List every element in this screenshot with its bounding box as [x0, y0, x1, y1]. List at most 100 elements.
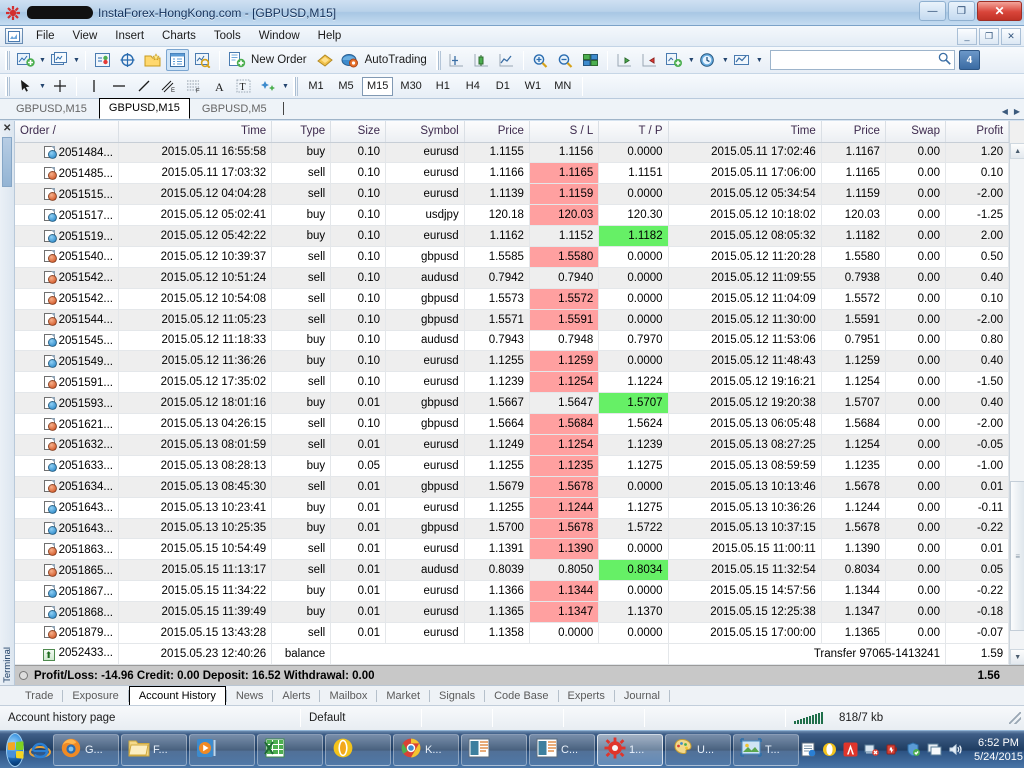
table-row[interactable]: 2051632... 2015.05.13 08:01:59 sell 0.01 eur…: [15, 434, 1010, 456]
taskbar-item-chrome[interactable]: K...: [393, 733, 459, 766]
terminal-tab-trade[interactable]: Trade: [16, 686, 62, 706]
crosshair-tool-icon[interactable]: [48, 75, 71, 97]
taskbar-item-metatrader-2[interactable]: C...: [529, 733, 595, 766]
table-row[interactable]: 2051540... 2015.05.12 10:39:37 sell 0.10 gbp…: [15, 246, 1010, 268]
column-header-symbol[interactable]: Symbol: [385, 121, 465, 143]
table-row[interactable]: 2051542... 2015.05.12 10:51:24 sell 0.10 aud…: [15, 267, 1010, 289]
search-icon[interactable]: [938, 52, 951, 68]
chart-tab-2[interactable]: GBPUSD,M5: [192, 99, 277, 119]
terminal-tab-exposure[interactable]: Exposure: [63, 686, 127, 706]
table-row[interactable]: 2051542... 2015.05.12 10:54:08 sell 0.10 gbp…: [15, 288, 1010, 310]
new-chart-icon[interactable]: [14, 49, 37, 71]
terminal-icon[interactable]: [166, 49, 189, 71]
taskbar-item-paint[interactable]: U...: [665, 733, 731, 766]
status-profile[interactable]: Default: [301, 709, 421, 727]
terminal-tab-journal[interactable]: Journal: [615, 686, 669, 706]
taskbar-item-explorer[interactable]: F...: [121, 733, 187, 766]
zoom-in-icon[interactable]: [529, 49, 552, 71]
periods-grip[interactable]: [293, 76, 298, 96]
chart-tab-0[interactable]: GBPUSD,M15: [6, 99, 97, 119]
table-row[interactable]: 2051621... 2015.05.13 04:26:15 sell 0.10 gbp…: [15, 413, 1010, 435]
chart-tab-1[interactable]: GBPUSD,M15: [98, 98, 190, 119]
menu-item-insert[interactable]: Insert: [106, 27, 153, 45]
table-row[interactable]: 2051484... 2015.05.11 16:55:58 buy 0.10 euru…: [15, 142, 1010, 164]
menu-item-window[interactable]: Window: [250, 27, 309, 45]
new-order-icon[interactable]: [225, 49, 248, 71]
taskbar-item-settings[interactable]: 1...: [597, 733, 663, 766]
table-row[interactable]: 2051515... 2015.05.12 04:04:28 sell 0.10 eur…: [15, 183, 1010, 206]
column-header-order[interactable]: Order /: [15, 121, 119, 143]
table-row[interactable]: 2051591... 2015.05.12 17:35:02 sell 0.10 eur…: [15, 371, 1010, 394]
terminal-tab-account-history[interactable]: Account History: [128, 685, 226, 707]
templates-icon[interactable]: [731, 49, 754, 71]
tile-windows-icon[interactable]: [579, 49, 602, 71]
terminal-drag-handle[interactable]: [2, 137, 12, 187]
tray-opera-icon[interactable]: [821, 742, 837, 758]
taskbar-item-photo-viewer[interactable]: T...: [733, 733, 799, 766]
period-m30[interactable]: M30: [395, 77, 426, 96]
column-header-type[interactable]: Type: [271, 121, 332, 143]
period-m1[interactable]: M1: [302, 77, 330, 96]
arrows-icon[interactable]: [257, 75, 280, 97]
table-row[interactable]: 2051634... 2015.05.13 08:45:30 sell 0.01 gbp…: [15, 476, 1010, 498]
text-label-icon[interactable]: T: [232, 75, 255, 97]
toolbar-grip-2[interactable]: [435, 50, 441, 70]
tray-display-icon[interactable]: [926, 742, 942, 758]
table-row[interactable]: 2051545... 2015.05.12 11:18:33 buy 0.10 audu…: [15, 330, 1010, 352]
balance-row[interactable]: ⬆ 2052433... 2015.05.23 12:40:26 balance Tra…: [15, 643, 1010, 666]
indicators-dropdown-icon[interactable]: ▼: [687, 49, 696, 71]
table-row[interactable]: 2051867... 2015.05.15 11:34:22 buy 0.01 euru…: [15, 580, 1010, 603]
quicklaunch-ie[interactable]: [28, 734, 52, 766]
tray-security-icon[interactable]: [905, 742, 921, 758]
menu-item-tools[interactable]: Tools: [205, 27, 250, 45]
chart-tab-prev-icon[interactable]: ◀: [1002, 107, 1008, 116]
vertical-line-icon[interactable]: [82, 75, 105, 97]
table-row[interactable]: 2051633... 2015.05.13 08:28:13 buy 0.05 euru…: [15, 455, 1010, 477]
chart-shift-icon[interactable]: [613, 49, 636, 71]
autotrading-icon[interactable]: [339, 49, 362, 71]
line-toolbar-grip[interactable]: [5, 76, 10, 96]
auto-scroll-icon[interactable]: [638, 49, 661, 71]
maximize-button[interactable]: ❐: [948, 1, 975, 21]
period-m15[interactable]: M15: [362, 76, 394, 96]
chart-tab-next-icon[interactable]: ▶: [1014, 107, 1020, 116]
menu-item-view[interactable]: View: [64, 27, 107, 45]
resize-grip[interactable]: [1009, 712, 1021, 724]
table-row[interactable]: 2051517... 2015.05.12 05:02:41 buy 0.10 usdj…: [15, 204, 1010, 227]
column-header-profit[interactable]: Profit: [945, 121, 1010, 143]
column-header-s-l[interactable]: S / L: [529, 121, 600, 143]
menu-item-help[interactable]: Help: [309, 27, 351, 45]
tray-app-icon[interactable]: [800, 742, 816, 758]
zoom-out-icon[interactable]: [554, 49, 577, 71]
table-row[interactable]: 2051863... 2015.05.15 10:54:49 sell 0.01 eur…: [15, 538, 1010, 561]
profiles-icon[interactable]: [48, 49, 71, 71]
table-row[interactable]: 2051485... 2015.05.11 17:03:32 sell 0.10 eur…: [15, 162, 1010, 185]
data-window-icon[interactable]: [116, 49, 139, 71]
terminal-tab-code-base[interactable]: Code Base: [485, 686, 557, 706]
terminal-tab-mailbox[interactable]: Mailbox: [320, 686, 376, 706]
scrollbar-thumb[interactable]: ≡: [1010, 481, 1024, 631]
close-button[interactable]: ✕: [977, 1, 1022, 21]
templates-dropdown-icon[interactable]: ▼: [755, 49, 764, 71]
period-d1[interactable]: D1: [489, 77, 517, 96]
table-row[interactable]: 2051865... 2015.05.15 11:13:17 sell 0.01 aud…: [15, 559, 1010, 582]
table-row[interactable]: 2051519... 2015.05.12 05:42:22 buy 0.10 euru…: [15, 225, 1010, 247]
crosshair-icon[interactable]: [445, 49, 468, 71]
connection-signal-icon[interactable]: [794, 712, 823, 724]
navigator-icon[interactable]: [141, 49, 164, 71]
period-mn[interactable]: MN: [549, 77, 577, 96]
menu-item-charts[interactable]: Charts: [153, 27, 205, 45]
terminal-tab-alerts[interactable]: Alerts: [273, 686, 319, 706]
tray-volume-icon[interactable]: [947, 742, 963, 758]
line-chart-icon[interactable]: [495, 49, 518, 71]
taskbar-item-metatrader[interactable]: [461, 733, 527, 766]
arrows-dropdown-icon[interactable]: ▼: [281, 75, 290, 97]
table-row[interactable]: 2051879... 2015.05.15 13:43:28 sell 0.01 eur…: [15, 622, 1010, 644]
terminal-tab-news[interactable]: News: [227, 686, 273, 706]
tray-network-error-icon[interactable]: [863, 742, 879, 758]
tray-power-icon[interactable]: [884, 742, 900, 758]
taskbar-item-firefox[interactable]: G...: [53, 733, 119, 766]
table-row[interactable]: 2051593... 2015.05.12 18:01:16 buy 0.01 gbpu…: [15, 392, 1010, 415]
column-header-price[interactable]: Price: [821, 121, 886, 143]
tray-avast-icon[interactable]: [842, 742, 858, 758]
